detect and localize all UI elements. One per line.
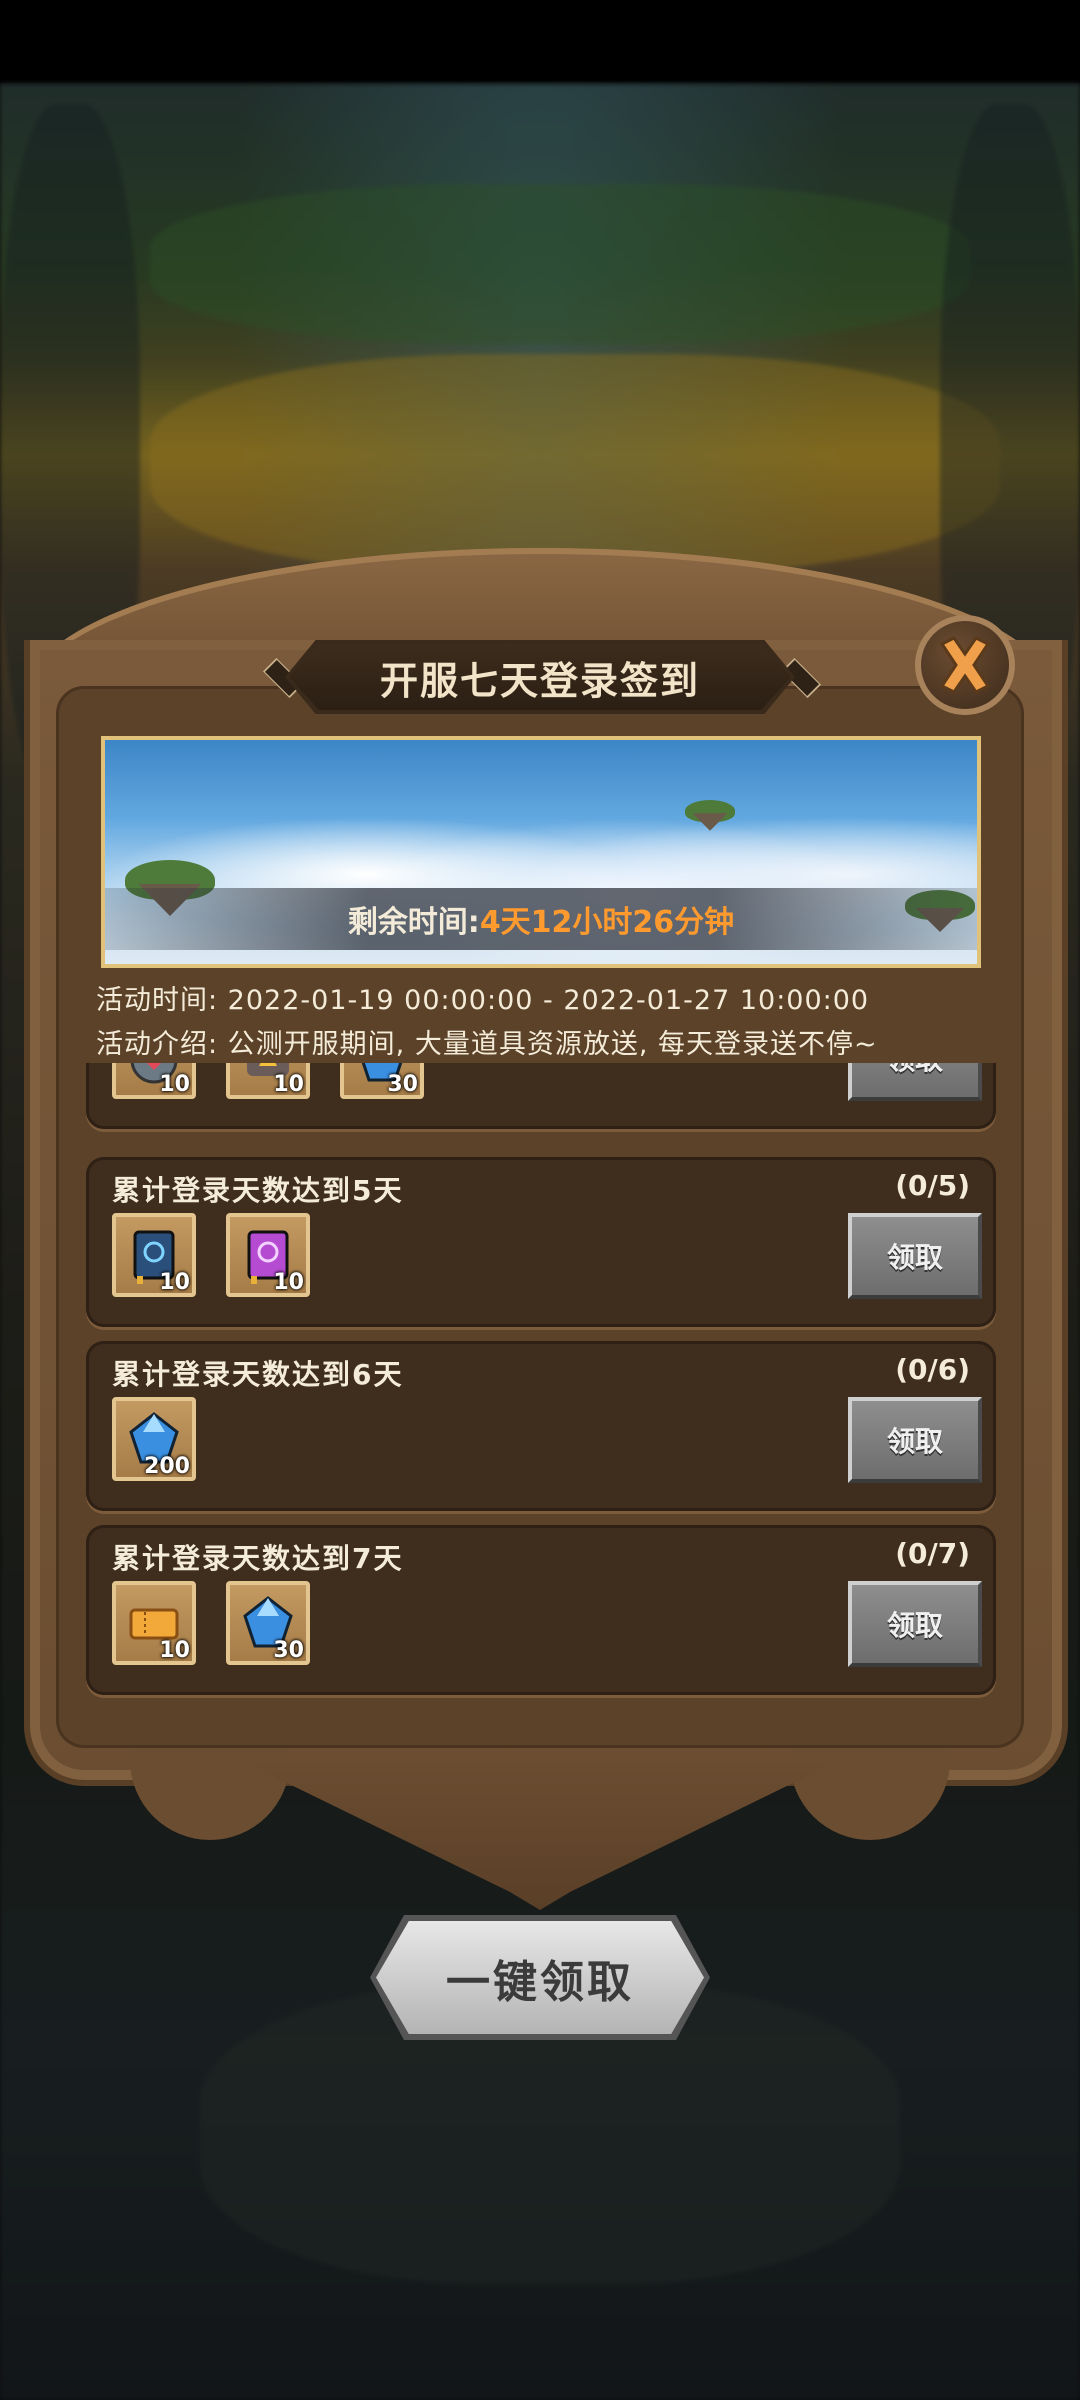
reward-progress: (0/6) (895, 1353, 970, 1386)
reward-list[interactable]: 10 10 30 领取 累计登录天数达到5天 (0/5) 10 10 领取 累计… (86, 1063, 996, 1709)
floating-island (685, 800, 735, 822)
item-count: 10 (159, 1072, 190, 1097)
item-count: 30 (387, 1072, 418, 1097)
item-count: 200 (144, 1454, 190, 1479)
reward-item[interactable]: 10 (226, 1213, 310, 1297)
reward-card: 累计登录天数达到7天 (0/7) 10 30 领取 (86, 1525, 996, 1695)
event-banner: 剩余时间: 4天12小时26分钟 (101, 736, 981, 968)
claim-all-button[interactable]: 一键领取 (370, 1915, 710, 2040)
reward-item[interactable]: 10 (226, 1063, 310, 1099)
reward-progress: (0/5) (895, 1169, 970, 1202)
activity-time: 活动时间: 2022-01-19 00:00:00 - 2022-01-27 1… (96, 985, 870, 1016)
reward-item[interactable]: 30 (226, 1581, 310, 1665)
reward-progress: (0/7) (895, 1537, 970, 1570)
reward-item[interactable]: 10 (112, 1063, 196, 1099)
item-count: 10 (273, 1270, 304, 1295)
reward-item[interactable]: 10 (112, 1581, 196, 1665)
claim-all-label: 一键领取 (446, 1956, 634, 2008)
reward-condition: 累计登录天数达到6天 (112, 1358, 404, 1391)
remaining-time-bar: 剩余时间: 4天12小时26分钟 (105, 888, 977, 950)
claim-button[interactable]: 领取 (848, 1397, 982, 1483)
title-ribbon: 开服七天登录签到 (285, 640, 795, 714)
reward-condition: 累计登录天数达到7天 (112, 1542, 404, 1575)
item-count: 10 (159, 1638, 190, 1663)
claim-button[interactable]: 领取 (848, 1581, 982, 1667)
activity-intro: 活动介绍: 公测开服期间, 大量道具资源放送, 每天登录送不停~ (96, 1029, 878, 1060)
reward-condition: 累计登录天数达到5天 (112, 1174, 404, 1207)
claim-button[interactable]: 领取 (848, 1213, 982, 1299)
panel-title: 开服七天登录签到 (379, 658, 700, 703)
claim-button[interactable]: 领取 (848, 1063, 982, 1101)
item-count: 10 (159, 1270, 190, 1295)
status-bar (0, 0, 1080, 84)
remaining-time-label: 剩余时间: (347, 905, 480, 940)
reward-item[interactable]: 200 (112, 1397, 196, 1481)
reward-card: 累计登录天数达到5天 (0/5) 10 10 领取 (86, 1157, 996, 1327)
close-icon (939, 636, 991, 694)
item-count: 10 (273, 1072, 304, 1097)
reward-item[interactable]: 10 (112, 1213, 196, 1297)
remaining-time-value: 4天12小时26分钟 (479, 905, 735, 940)
item-count: 30 (273, 1638, 304, 1663)
reward-item[interactable]: 30 (340, 1063, 424, 1099)
reward-card: 10 10 30 领取 (86, 1063, 996, 1129)
reward-card: 累计登录天数达到6天 (0/6) 200 领取 (86, 1341, 996, 1511)
close-button[interactable] (915, 615, 1015, 715)
